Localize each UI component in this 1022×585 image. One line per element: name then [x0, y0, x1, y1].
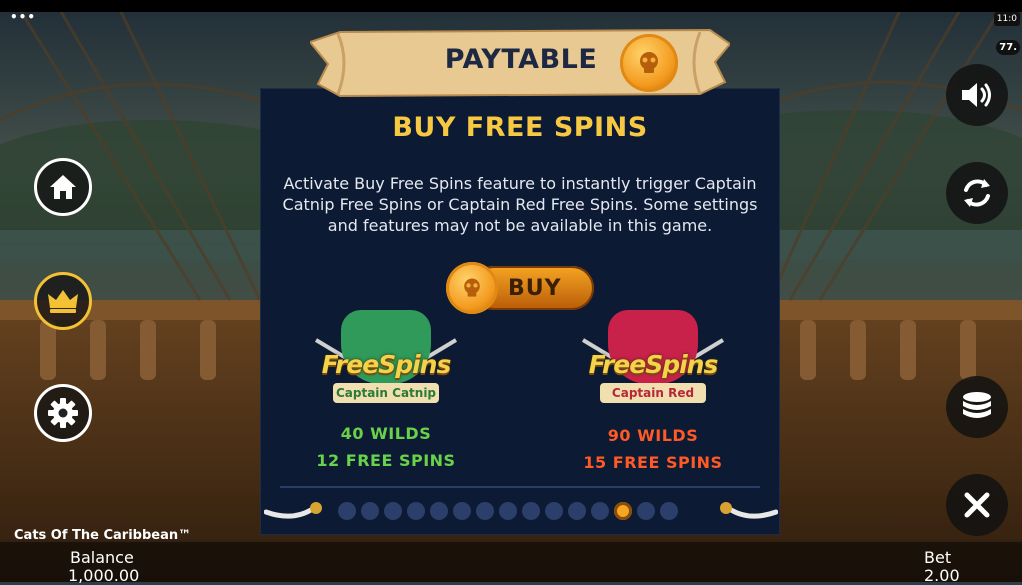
page-dot[interactable] [384, 502, 402, 520]
panel-divider [280, 486, 760, 488]
captain-red-label: Captain Red [600, 383, 706, 403]
refresh-icon [964, 179, 990, 207]
page-indicator [338, 502, 678, 520]
catnip-wilds: 40 WILDS [340, 424, 432, 443]
game-title: Cats Of The Caribbean™ [14, 528, 192, 543]
balance-label: Balance [70, 548, 134, 567]
page-dot[interactable] [545, 502, 563, 520]
red-wilds: 90 WILDS [607, 426, 699, 445]
left-sword-icon[interactable] [264, 498, 328, 526]
coin-stack-icon [963, 392, 991, 418]
autoplay-button[interactable] [946, 162, 1008, 224]
page-dot[interactable] [338, 502, 356, 520]
sound-button[interactable] [946, 64, 1008, 126]
red-free-spins: 15 FREE SPINS [583, 453, 723, 472]
page-dot[interactable] [614, 502, 632, 520]
balance-value: 1,000.00 [68, 566, 140, 585]
page-dot[interactable] [568, 502, 586, 520]
page-dot[interactable] [361, 502, 379, 520]
buy-free-spins-description: Activate Buy Free Spins feature to insta… [282, 174, 758, 235]
right-sword-icon[interactable] [714, 498, 778, 526]
page-dot[interactable] [430, 502, 448, 520]
page-dot[interactable] [476, 502, 494, 520]
page-dot[interactable] [407, 502, 425, 520]
speaker-icon [962, 83, 991, 107]
page-dot[interactable] [453, 502, 471, 520]
home-button[interactable] [34, 158, 92, 216]
status-bar [0, 0, 1022, 12]
close-button[interactable] [946, 474, 1008, 536]
rtp-badge: 77. [996, 40, 1020, 55]
home-icon [50, 175, 76, 199]
gear-icon [48, 398, 78, 428]
bet-value: 2.00 [924, 566, 960, 585]
free-spins-logo-text: FreeSpins [321, 350, 452, 379]
page-dot[interactable] [522, 502, 540, 520]
menu-dots-icon[interactable]: ••• [10, 10, 36, 24]
crown-button[interactable] [34, 272, 92, 330]
bet-label: Bet [924, 548, 952, 567]
free-spins-logo-text: FreeSpins [588, 350, 719, 379]
crown-icon [48, 290, 78, 313]
page-dot[interactable] [637, 502, 655, 520]
captain-catnip-free-spins-logo: FreeSpins Captain Catnip [311, 310, 461, 420]
captain-red-free-spins-logo: FreeSpins Captain Red [578, 310, 728, 420]
buy-button[interactable]: BUY [446, 262, 594, 314]
page-dot[interactable] [499, 502, 517, 520]
paytable-title: PAYTABLE [444, 44, 598, 75]
clock: 11:0 [993, 12, 1020, 26]
captain-catnip-label: Captain Catnip [333, 383, 439, 403]
settings-button[interactable] [34, 384, 92, 442]
buy-free-spins-heading: BUY FREE SPINS [392, 112, 648, 143]
skull-coin-icon [620, 34, 678, 92]
close-icon [964, 492, 990, 518]
coin-stack-button[interactable] [946, 376, 1008, 438]
buy-button-label: BUY [508, 276, 562, 301]
page-dot[interactable] [660, 502, 678, 520]
skull-coin-icon [446, 262, 498, 314]
footer-bar [0, 542, 1022, 582]
page-dot[interactable] [591, 502, 609, 520]
catnip-free-spins: 12 FREE SPINS [316, 451, 456, 470]
